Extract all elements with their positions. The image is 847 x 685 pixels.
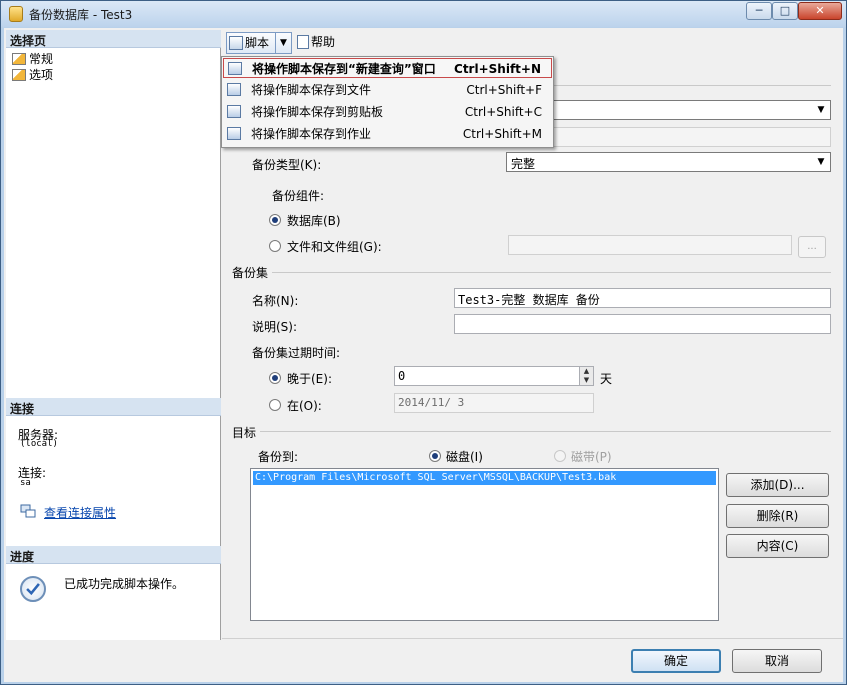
maximize-button[interactable]: □ — [772, 2, 798, 20]
contents-button[interactable]: 内容(C) — [726, 534, 829, 558]
disk-label: 磁盘(I) — [446, 450, 483, 464]
browse-files-button: ... — [798, 236, 826, 258]
radio-files-filegroups[interactable] — [269, 240, 281, 252]
chevron-down-icon: ▼ — [817, 105, 825, 115]
description-input[interactable] — [454, 314, 831, 334]
menu-item-script-job[interactable]: 将操作脚本保存到作业 Ctrl+Shift+M — [223, 124, 552, 144]
radio-expire-on[interactable] — [269, 399, 281, 411]
backup-set-rule — [272, 272, 831, 273]
connection-header: 连接 — [6, 398, 221, 416]
menu-item-label: 将操作脚本保存到作业 — [251, 127, 372, 141]
menu-item-label: 将操作脚本保存到文件 — [251, 83, 372, 97]
database-combo[interactable]: ▼ — [551, 100, 831, 120]
backup-name-input[interactable]: Test3-完整 数据库 备份 — [454, 288, 831, 308]
description-label: 说明(S): — [252, 320, 298, 334]
toolbar: 脚本 ▼ 帮助 — [222, 30, 841, 54]
backup-component-label: 备份组件: — [272, 189, 325, 203]
spin-up-icon[interactable]: ▲ — [580, 367, 593, 376]
menu-item-shortcut: Ctrl+Shift+M — [462, 127, 542, 141]
menu-item-script-file[interactable]: 将操作脚本保存到文件 Ctrl+Shift+F — [223, 80, 552, 100]
menu-item-label: 将操作脚本保存到“新建查询”窗口 — [252, 62, 436, 76]
view-connection-properties-link[interactable]: 查看连接属性 — [44, 504, 116, 521]
new-query-icon — [228, 62, 242, 75]
success-check-icon — [20, 576, 46, 602]
progress-header: 进度 — [6, 546, 221, 564]
help-icon — [297, 35, 309, 49]
files-filegroups-field — [508, 235, 792, 255]
cancel-button[interactable]: 取消 — [732, 649, 822, 673]
script-label: 脚本 — [245, 36, 270, 50]
page-icon — [12, 69, 26, 81]
radio-database-label: 数据库(B) — [287, 214, 341, 228]
radio-expire-after[interactable] — [269, 372, 281, 384]
script-icon — [229, 36, 243, 50]
script-dropdown-menu: 将操作脚本保存到“新建查询”窗口 Ctrl+Shift+N 将操作脚本保存到文件… — [221, 56, 554, 148]
clipboard-icon — [227, 105, 241, 118]
help-button[interactable]: 帮助 — [295, 32, 345, 54]
chevron-down-icon: ▼ — [817, 157, 825, 167]
connection-properties-icon — [20, 504, 36, 518]
window-title: 备份数据库 - Test3 — [29, 8, 133, 22]
menu-item-shortcut: Ctrl+Shift+F — [466, 83, 542, 97]
select-page-header: 选择页 — [6, 30, 221, 48]
days-unit-label: 天 — [600, 372, 613, 386]
expire-after-label: 晚于(E): — [287, 372, 332, 386]
backup-type-label: 备份类型(K): — [252, 158, 322, 172]
page-label: 常规 — [29, 52, 54, 66]
expire-days-input[interactable]: 0 — [394, 366, 594, 386]
page-item-options[interactable]: 选项 — [12, 66, 53, 83]
page-label: 选项 — [29, 68, 54, 82]
menu-item-shortcut: Ctrl+Shift+N — [454, 62, 541, 76]
name-label: 名称(N): — [252, 294, 299, 308]
page-icon — [12, 53, 26, 65]
page-item-general[interactable]: 常规 — [12, 50, 53, 67]
destination-title: 目标 — [232, 426, 257, 440]
script-button[interactable]: 脚本 — [226, 32, 276, 54]
connection-value: sa — [20, 478, 31, 488]
progress-status-text: 已成功完成脚本操作。 — [64, 577, 185, 591]
menu-item-script-clipboard[interactable]: 将操作脚本保存到剪贴板 Ctrl+Shift+C — [223, 102, 552, 122]
remove-destination-button[interactable]: 删除(R) — [726, 504, 829, 528]
spin-down-icon[interactable]: ▼ — [580, 376, 593, 385]
menu-item-script-new-query[interactable]: 将操作脚本保存到“新建查询”窗口 Ctrl+Shift+N — [223, 58, 552, 78]
ok-button[interactable]: 确定 — [631, 649, 721, 673]
save-file-icon — [227, 83, 241, 96]
job-icon — [227, 127, 241, 140]
expire-date-picker: 2014/11/ 3 — [394, 393, 594, 413]
destination-rule — [260, 431, 831, 432]
tape-label: 磁带(P) — [571, 450, 612, 464]
days-spinner[interactable]: ▲ ▼ — [579, 367, 593, 385]
radio-disk[interactable] — [429, 450, 441, 462]
backup-type-value: 完整 — [511, 157, 536, 171]
backup-type-combo[interactable]: 完整 ▼ — [506, 152, 831, 172]
expire-label: 备份集过期时间: — [252, 346, 341, 360]
backup-destination-list[interactable]: C:\Program Files\Microsoft SQL Server\MS… — [250, 468, 719, 621]
destination-path-item[interactable]: C:\Program Files\Microsoft SQL Server\MS… — [253, 471, 716, 485]
recovery-model-field — [551, 127, 831, 147]
backup-database-window: 备份数据库 - Test3 ─ □ ✕ 选择页 常规 选项 连接 服务器: (l… — [0, 0, 847, 685]
radio-tape — [554, 450, 566, 462]
source-group-rule — [554, 85, 831, 86]
radio-files-label: 文件和文件组(G): — [287, 240, 382, 254]
database-icon — [9, 6, 23, 22]
minimize-button[interactable]: ─ — [746, 2, 772, 20]
menu-item-label: 将操作脚本保存到剪贴板 — [251, 105, 384, 119]
footer-divider — [222, 638, 843, 639]
title-bar[interactable]: 备份数据库 - Test3 ─ □ ✕ — [1, 1, 846, 27]
close-button[interactable]: ✕ — [798, 2, 842, 20]
help-label: 帮助 — [311, 35, 336, 49]
add-destination-button[interactable]: 添加(D)... — [726, 473, 829, 497]
dialog-body: 选择页 常规 选项 连接 服务器: (local) 连接: sa 查看连接属性 … — [4, 28, 843, 682]
expire-on-label: 在(O): — [287, 399, 322, 413]
script-dropdown-arrow[interactable]: ▼ — [276, 32, 292, 54]
server-value: (local) — [20, 439, 58, 449]
radio-database[interactable] — [269, 214, 281, 226]
backup-set-title: 备份集 — [232, 266, 269, 280]
left-pane: 选择页 常规 选项 连接 服务器: (local) 连接: sa 查看连接属性 … — [6, 30, 221, 640]
backup-to-label: 备份到: — [258, 450, 299, 464]
menu-item-shortcut: Ctrl+Shift+C — [464, 105, 542, 119]
